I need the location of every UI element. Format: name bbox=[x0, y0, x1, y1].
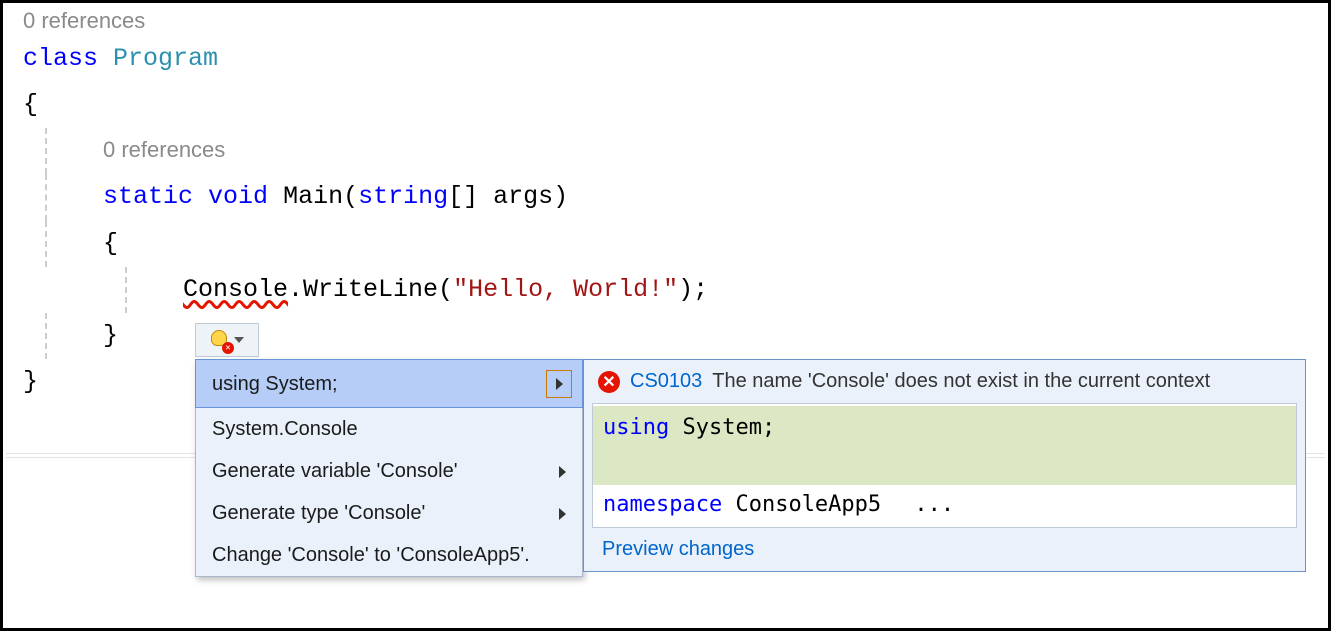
error-header: ✕ CS0103 The name 'Console' does not exi… bbox=[584, 360, 1305, 403]
chevron-right-icon bbox=[559, 466, 566, 478]
diff-line: namespace ConsoleApp5 bbox=[593, 490, 891, 519]
quickfix-label: Generate variable 'Console' bbox=[212, 460, 458, 483]
quickfix-menu[interactable]: using System; System.Console Generate va… bbox=[195, 359, 583, 577]
code-line: { bbox=[23, 221, 1328, 267]
quickfix-item-using-system[interactable]: using System; bbox=[195, 359, 583, 408]
lightbulb-error-icon: ✕ bbox=[210, 330, 230, 350]
diff-preview: using System; namespace ConsoleApp5 ... bbox=[592, 403, 1297, 528]
code-line: 0 references bbox=[23, 128, 1328, 174]
preview-footer: Preview changes bbox=[584, 528, 1305, 571]
diff-line-added: using System; bbox=[593, 406, 1296, 451]
code-line: Console.WriteLine("Hello, World!"); bbox=[23, 267, 1328, 313]
quickfix-item-generate-variable[interactable]: Generate variable 'Console' bbox=[196, 450, 582, 492]
quick-actions-popup: using System; System.Console Generate va… bbox=[195, 359, 1306, 577]
chevron-right-icon bbox=[559, 508, 566, 520]
lightbulb-button[interactable]: ✕ bbox=[195, 323, 259, 357]
error-icon: ✕ bbox=[598, 371, 620, 393]
error-message: The name 'Console' does not exist in the… bbox=[712, 370, 1210, 393]
submenu-indicator bbox=[546, 370, 572, 398]
quickfix-label: Change 'Console' to 'ConsoleApp5'. bbox=[212, 544, 530, 567]
diff-line-added bbox=[593, 451, 1296, 485]
preview-panel: ✕ CS0103 The name 'Console' does not exi… bbox=[583, 359, 1306, 572]
dropdown-arrow-icon bbox=[234, 337, 244, 343]
code-line: static void Main(string[] args) bbox=[23, 174, 1328, 220]
diff-line: ... bbox=[904, 490, 964, 519]
quickfix-item-generate-type[interactable]: Generate type 'Console' bbox=[196, 492, 582, 534]
code-line: class Program bbox=[23, 36, 1328, 82]
codelens-class[interactable]: 0 references bbox=[23, 7, 1328, 36]
error-code[interactable]: CS0103 bbox=[630, 370, 702, 393]
quickfix-item-change-to[interactable]: Change 'Console' to 'ConsoleApp5'. bbox=[196, 534, 582, 576]
chevron-right-icon bbox=[556, 378, 563, 390]
quickfix-label: System.Console bbox=[212, 418, 358, 441]
quickfix-item-system-console[interactable]: System.Console bbox=[196, 408, 582, 450]
codelens-method[interactable]: 0 references bbox=[103, 137, 225, 162]
quickfix-label: using System; bbox=[212, 373, 338, 396]
quickfix-label: Generate type 'Console' bbox=[212, 502, 425, 525]
error-span: Console bbox=[183, 275, 288, 304]
code-line: { bbox=[23, 82, 1328, 128]
preview-changes-link[interactable]: Preview changes bbox=[602, 538, 754, 560]
